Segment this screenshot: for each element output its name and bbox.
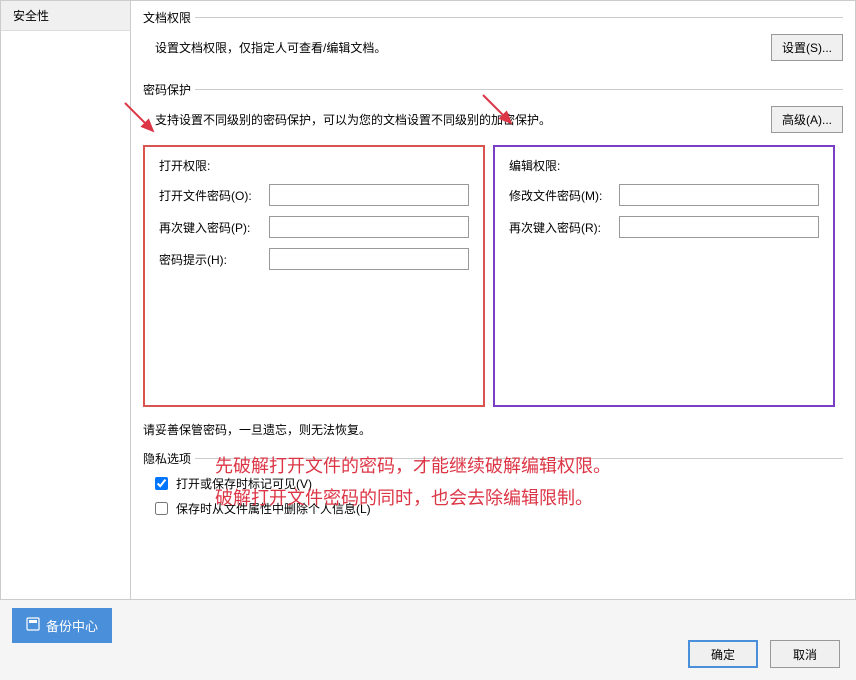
edit-permission-title: 编辑权限: <box>509 157 819 174</box>
cancel-button[interactable]: 取消 <box>770 640 840 668</box>
advanced-button[interactable]: 高级(A)... <box>771 106 843 133</box>
password-protect-legend: 密码保护 <box>143 81 191 98</box>
password-hint-label: 密码提示(H): <box>159 251 269 268</box>
open-password-input[interactable] <box>269 184 469 206</box>
privacy-legend: 隐私选项 <box>143 450 191 467</box>
sidebar-item-security[interactable]: 安全性 <box>1 1 130 31</box>
ok-button[interactable]: 确定 <box>688 640 758 668</box>
doc-permission-legend: 文档权限 <box>143 9 191 26</box>
backup-icon <box>26 617 40 634</box>
open-repassword-input[interactable] <box>269 216 469 238</box>
modify-password-input[interactable] <box>619 184 819 206</box>
password-protect-desc: 支持设置不同级别的密码保护，可以为您的文档设置不同级别的加密保护。 <box>155 111 551 128</box>
open-password-label: 打开文件密码(O): <box>159 187 269 204</box>
modify-repassword-label: 再次键入密码(R): <box>509 219 619 236</box>
backup-center-label: 备份中心 <box>46 616 98 635</box>
doc-permission-desc: 设置文档权限，仅指定人可查看/编辑文档。 <box>155 39 386 56</box>
edit-permission-box: 编辑权限: 修改文件密码(M): 再次键入密码(R): <box>493 145 835 407</box>
backup-center-button[interactable]: 备份中心 <box>12 608 112 643</box>
modify-password-label: 修改文件密码(M): <box>509 187 619 204</box>
password-protect-section: 密码保护 支持设置不同级别的密码保护，可以为您的文档设置不同级别的加密保护。 高… <box>143 81 843 438</box>
sidebar: 安全性 <box>1 1 131 599</box>
remove-info-checkbox[interactable] <box>155 502 168 515</box>
mark-visible-checkbox[interactable] <box>155 477 168 490</box>
password-warning-note: 请妥善保管密码，一旦遗忘，则无法恢复。 <box>143 421 843 438</box>
password-hint-input[interactable] <box>269 248 469 270</box>
settings-button[interactable]: 设置(S)... <box>771 34 843 61</box>
annotation-line2: 破解打开文件密码的同时，也会去除编辑限制。 <box>215 482 611 514</box>
annotation-line1: 先破解打开文件的密码，才能继续破解编辑权限。 <box>215 450 611 482</box>
annotation-text: 先破解打开文件的密码，才能继续破解编辑权限。 破解打开文件密码的同时，也会去除编… <box>215 450 611 515</box>
open-permission-title: 打开权限: <box>159 157 469 174</box>
doc-permission-section: 文档权限 设置文档权限，仅指定人可查看/编辑文档。 设置(S)... <box>143 9 843 69</box>
open-repassword-label: 再次键入密码(P): <box>159 219 269 236</box>
open-permission-box: 打开权限: 打开文件密码(O): 再次键入密码(P): 密码提示(H): <box>143 145 485 407</box>
modify-repassword-input[interactable] <box>619 216 819 238</box>
